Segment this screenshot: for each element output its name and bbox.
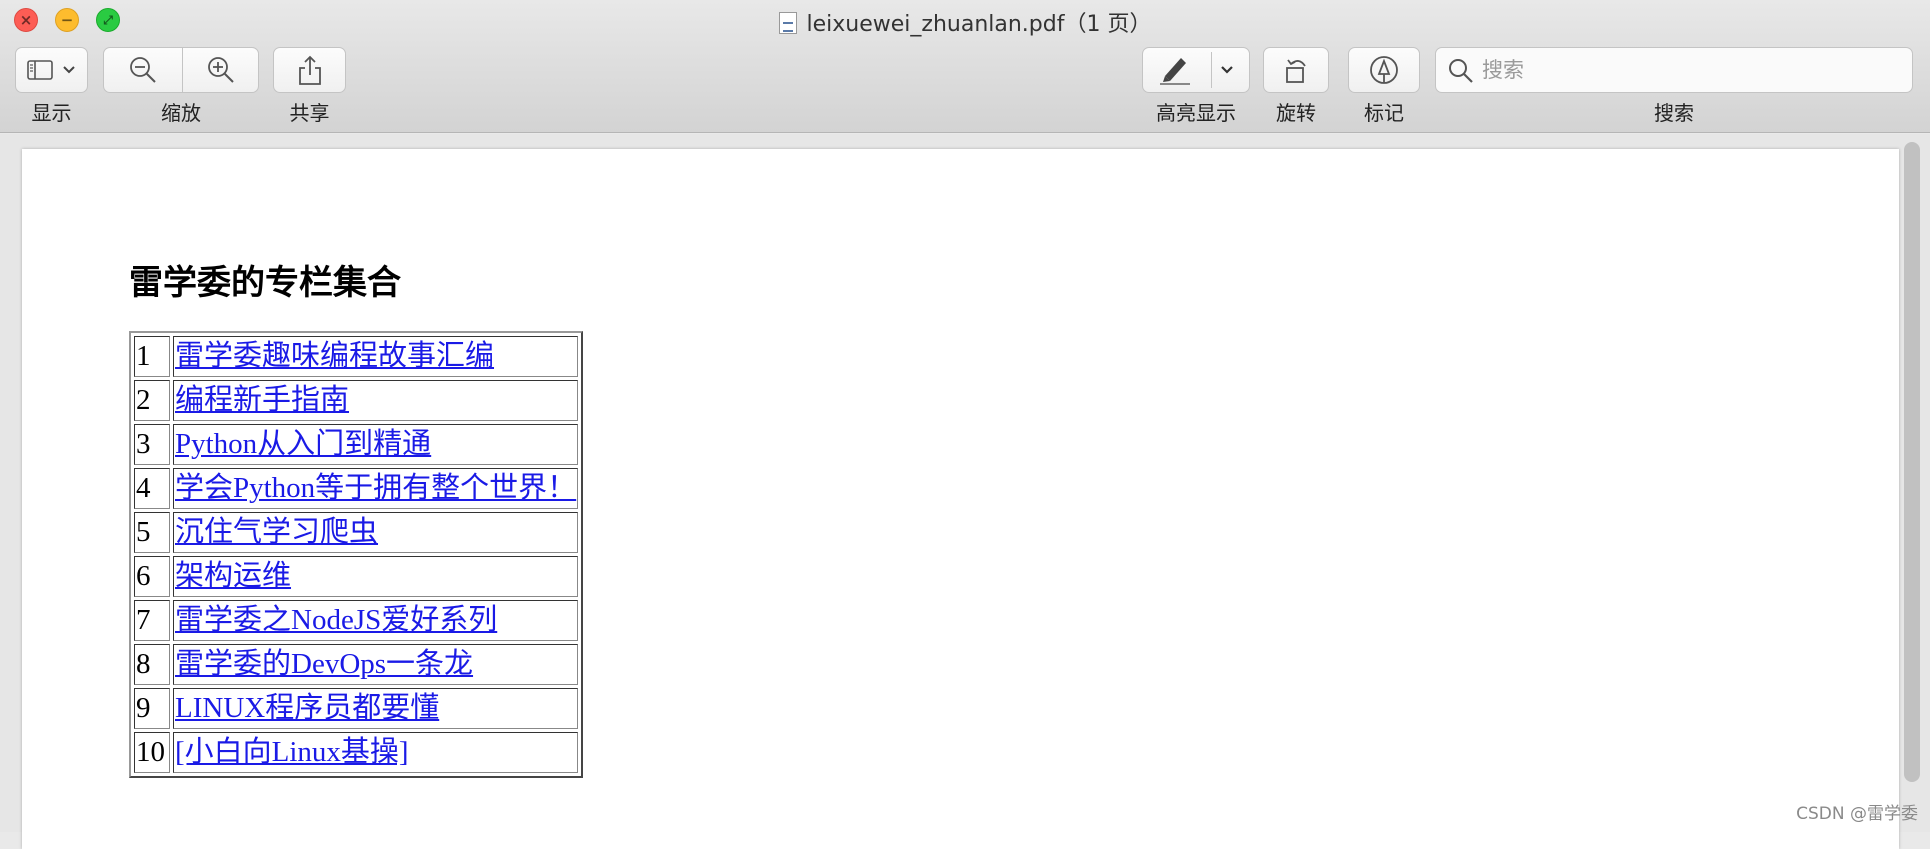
view-label: 显示 bbox=[31, 101, 72, 125]
row-title-cell: 雷学委趣味编程故事汇编 bbox=[173, 336, 579, 377]
window-title: leixuewei_zhuanlan.pdf（1 页） bbox=[0, 6, 1930, 38]
column-link[interactable]: [小白向Linux基操] bbox=[175, 736, 409, 768]
vertical-scrollbar[interactable] bbox=[1904, 142, 1920, 782]
markup-button[interactable] bbox=[1348, 47, 1420, 93]
rotate-icon bbox=[1286, 59, 1306, 83]
row-title-cell: LINUX程序员都要懂 bbox=[173, 688, 579, 729]
pdf-page: 雷学委的专栏集合 1 雷学委趣味编程故事汇编 2 编程新手指南 3 Python从入门到精… bbox=[22, 149, 1899, 849]
search-icon bbox=[1449, 59, 1473, 83]
row-number: 10 bbox=[134, 732, 170, 773]
column-link[interactable]: 学会Python等于拥有整个世界！ bbox=[175, 472, 576, 504]
row-number: 2 bbox=[134, 380, 170, 421]
share-button[interactable] bbox=[273, 47, 346, 93]
column-link[interactable]: 沉住气学习爬虫 bbox=[175, 516, 378, 548]
zoom-out-button[interactable] bbox=[103, 47, 183, 93]
row-title-cell: Python从入门到精通 bbox=[173, 424, 579, 465]
row-number: 9 bbox=[134, 688, 170, 729]
search-label: 搜索 bbox=[1654, 101, 1694, 125]
table-row: 4 学会Python等于拥有整个世界！ bbox=[134, 468, 579, 509]
document-heading: 雷学委的专栏集合 bbox=[129, 263, 401, 303]
row-number: 1 bbox=[134, 336, 170, 377]
document-viewport[interactable]: 雷学委的专栏集合 1 雷学委趣味编程故事汇编 2 编程新手指南 3 Python从入门到精… bbox=[0, 134, 1930, 849]
columns-table: 1 雷学委趣味编程故事汇编 2 编程新手指南 3 Python从入门到精通 4 学会Pytho… bbox=[129, 331, 584, 778]
table-row: 1 雷学委趣味编程故事汇编 bbox=[134, 336, 579, 377]
chevron-down-icon[interactable] bbox=[1219, 64, 1235, 76]
watermark: CSDN @雷学委 bbox=[1796, 804, 1918, 824]
row-title-cell: 沉住气学习爬虫 bbox=[173, 512, 579, 553]
column-link[interactable]: 雷学委的DevOps一条龙 bbox=[175, 648, 473, 680]
table-row: 2 编程新手指南 bbox=[134, 380, 579, 421]
column-link[interactable]: 架构运维 bbox=[175, 560, 291, 592]
search-field[interactable] bbox=[1435, 47, 1913, 93]
table-row: 5 沉住气学习爬虫 bbox=[134, 512, 579, 553]
table-row: 7 雷学委之NodeJS爱好系列 bbox=[134, 600, 579, 641]
window-title-filename: leixuewei_zhuanlan.pdf bbox=[806, 12, 1065, 37]
column-link[interactable]: LINUX程序员都要懂 bbox=[175, 692, 439, 724]
markup-label: 标记 bbox=[1364, 101, 1404, 125]
zoom-out-icon bbox=[130, 57, 156, 83]
zoom-in-button[interactable] bbox=[182, 47, 259, 93]
row-title-cell: 架构运维 bbox=[173, 556, 579, 597]
row-number: 5 bbox=[134, 512, 170, 553]
sidebar-icon bbox=[26, 60, 53, 80]
zoom-label: 缩放 bbox=[161, 101, 201, 125]
highlight-label: 高亮显示 bbox=[1156, 101, 1236, 125]
chevron-down-icon bbox=[62, 66, 75, 74]
search-input[interactable] bbox=[1480, 54, 1900, 86]
row-title-cell: 学会Python等于拥有整个世界！ bbox=[173, 468, 579, 509]
row-title-cell: 雷学委的DevOps一条龙 bbox=[173, 644, 579, 685]
row-title-cell: 雷学委之NodeJS爱好系列 bbox=[173, 600, 579, 641]
table-row: 10 [小白向Linux基操] bbox=[134, 732, 579, 773]
rotate-label: 旋转 bbox=[1276, 101, 1316, 125]
table-row: 6 架构运维 bbox=[134, 556, 579, 597]
table-row: 3 Python从入门到精通 bbox=[134, 424, 579, 465]
share-label: 共享 bbox=[289, 101, 330, 125]
row-number: 3 bbox=[134, 424, 170, 465]
columns-table-body: 1 雷学委趣味编程故事汇编 2 编程新手指南 3 Python从入门到精通 4 学会Pytho… bbox=[134, 336, 579, 773]
row-title-cell: 编程新手指南 bbox=[173, 380, 579, 421]
column-link[interactable]: 雷学委之NodeJS爱好系列 bbox=[175, 604, 497, 636]
table-row: 9 LINUX程序员都要懂 bbox=[134, 688, 579, 729]
column-link[interactable]: 编程新手指南 bbox=[175, 384, 349, 416]
column-link[interactable]: 雷学委趣味编程故事汇编 bbox=[175, 340, 494, 372]
markup-pen-icon bbox=[1370, 56, 1398, 84]
share-icon bbox=[298, 55, 321, 85]
table-row: 8 雷学委的DevOps一条龙 bbox=[134, 644, 579, 685]
pdf-document-icon bbox=[778, 12, 797, 34]
row-title-cell: [小白向Linux基操] bbox=[173, 732, 579, 773]
row-number: 4 bbox=[134, 468, 170, 509]
highlighter-pen-icon bbox=[1160, 58, 1190, 85]
zoom-in-icon bbox=[207, 57, 234, 83]
highlight-button[interactable] bbox=[1142, 47, 1250, 93]
row-number: 7 bbox=[134, 600, 170, 641]
row-number: 6 bbox=[134, 556, 170, 597]
row-number: 8 bbox=[134, 644, 170, 685]
window-title-page-count: （1 页） bbox=[1064, 12, 1152, 37]
rotate-button[interactable] bbox=[1263, 47, 1329, 93]
view-menu-button[interactable] bbox=[15, 47, 88, 93]
column-link[interactable]: Python从入门到精通 bbox=[175, 428, 431, 460]
window-titlebar: × − ⤢ leixuewei_zhuanlan.pdf（1 页） 显示 缩放 … bbox=[0, 0, 1930, 133]
